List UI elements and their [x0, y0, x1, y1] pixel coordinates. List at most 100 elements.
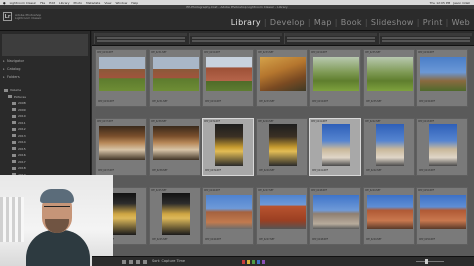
folder-label: 2011 — [18, 120, 26, 125]
module-web[interactable]: Web — [452, 18, 470, 27]
photo-thumbnail[interactable] — [152, 126, 199, 160]
grid-cell[interactable]: DPP_6247.NEF DPP_6247.NEF — [255, 187, 308, 245]
color-label-swatch[interactable] — [242, 260, 245, 264]
filter-column-date[interactable] — [94, 33, 187, 44]
grid-cell[interactable]: DPP_6240.NEF DPP_6240.NEF — [255, 118, 308, 176]
module-develop[interactable]: Develop — [270, 18, 305, 27]
apple-icon[interactable]: ● — [3, 1, 6, 5]
grid-cell[interactable]: DPP_6246.NEF DPP_6246.NEF — [202, 187, 254, 245]
module-book[interactable]: Book — [341, 18, 362, 27]
menu-library[interactable]: Library — [59, 1, 70, 5]
filter-column-camera[interactable] — [189, 33, 282, 44]
folder-icon — [12, 108, 16, 111]
color-label-swatch[interactable] — [257, 260, 260, 264]
panel-folders[interactable]: Folders — [2, 74, 88, 80]
photo-thumbnail[interactable] — [366, 57, 413, 91]
grid-cell[interactable]: DPP_6248.NEF DPP_6248.NEF — [309, 187, 361, 245]
menu-help[interactable]: Help — [131, 1, 138, 5]
folder-label: 2010 — [18, 114, 26, 118]
module-library[interactable]: Library — [231, 18, 261, 27]
cell-index-label: DPP_6236.NEF — [418, 51, 434, 54]
color-label-swatch[interactable] — [262, 260, 265, 264]
photo-thumbnail[interactable] — [429, 124, 457, 166]
grid-cell[interactable]: DPP_6232.NEF DPP_6232.NEF — [202, 49, 254, 107]
panel-catalog[interactable]: Catalog — [2, 66, 88, 72]
folder-label: 2013 — [18, 133, 26, 138]
cell-filename: DPP_6236.NEF — [419, 100, 435, 103]
module-separator: | — [334, 18, 338, 27]
loupe-view-icon[interactable] — [129, 260, 133, 264]
filter-column-label[interactable] — [379, 33, 472, 44]
folder-icon — [12, 166, 16, 170]
menu-metadata[interactable]: Metadata — [86, 1, 100, 5]
window-blinds — [0, 197, 24, 242]
menu-window[interactable]: Window — [115, 1, 127, 5]
module-slideshow[interactable]: Slideshow — [371, 18, 414, 27]
grid-cell[interactable]: DPP_6234.NEF DPP_6234.NEF — [309, 49, 361, 107]
survey-view-icon[interactable] — [143, 260, 147, 264]
grid-cell[interactable]: DPP_6249.NEF DPP_6249.NEF — [362, 187, 415, 245]
grid-cell[interactable]: DPP_6237.NEF DPP_6237.NEF — [95, 118, 147, 176]
photo-thumbnail[interactable] — [99, 126, 145, 160]
menu-app[interactable]: Lightroom Classic — [10, 1, 37, 5]
module-print[interactable]: Print — [423, 18, 443, 27]
grid-cell[interactable]: DPP_6235.NEF DPP_6235.NEF — [362, 49, 415, 107]
photo-thumbnail[interactable] — [259, 195, 306, 229]
filter-column-lens[interactable] — [284, 33, 377, 44]
photo-thumbnail[interactable] — [366, 195, 413, 229]
panel-navigator[interactable]: Navigator — [2, 58, 88, 64]
grid-view: DPP_6230.NEF DPP_6230.NEF DPP_6231.NEF DPP_… — [92, 31, 474, 266]
folder-icon — [12, 114, 16, 118]
cell-filename: DPP_6243.NEF — [419, 169, 435, 172]
folder-label: 2009 — [18, 107, 26, 112]
folder-icon — [12, 121, 16, 124]
photo-thumbnail[interactable] — [259, 57, 306, 91]
menu-file[interactable]: File — [40, 1, 45, 5]
grid-cell[interactable]: DPP_6233.NEF DPP_6233.NEF — [255, 49, 308, 107]
photo-thumbnail[interactable] — [99, 57, 145, 91]
grid-cell[interactable]: DPP_6230.NEF DPP_6230.NEF — [95, 49, 147, 107]
cell-filename: DPP_6231.NEF — [151, 100, 168, 103]
navigator-preview[interactable] — [2, 34, 88, 56]
grid-cell[interactable]: DPP_6238.NEF DPP_6238.NEF — [148, 118, 201, 176]
grid-cell[interactable]: DPP_6242.NEF DPP_6242.NEF — [362, 118, 415, 176]
folder-label: 2016 — [18, 153, 26, 157]
module-map[interactable]: Map — [314, 18, 332, 27]
grid-cell[interactable]: DPP_6245.NEF DPP_6245.NEF — [148, 187, 201, 245]
grid-cell[interactable]: DPP_6231.NEF DPP_6231.NEF — [148, 49, 201, 107]
grid-cell[interactable]: DPP_6243.NEF DPP_6243.NEF — [416, 118, 468, 176]
webcam-overlay — [0, 175, 113, 266]
folder-icon — [12, 147, 16, 150]
photo-thumbnail[interactable] — [215, 124, 243, 166]
grid-cell[interactable]: DPP_6236.NEF DPP_6236.NEF — [416, 49, 468, 107]
grid-cell[interactable]: DPP_6241.NEF DPP_6241.NEF — [309, 118, 361, 176]
color-label-swatch[interactable] — [252, 260, 255, 264]
color-label-swatch[interactable] — [247, 260, 250, 264]
folder-icon — [12, 140, 16, 144]
photo-thumbnail[interactable] — [313, 195, 359, 229]
photo-thumbnail[interactable] — [420, 57, 466, 91]
sort-label[interactable]: Sort: Capture Time — [152, 259, 185, 263]
menu-photo[interactable]: Photo — [74, 1, 83, 5]
photo-thumbnail[interactable] — [268, 124, 297, 166]
grid-view-icon[interactable] — [122, 260, 126, 264]
thumbnail-size-knob[interactable] — [425, 259, 428, 264]
photo-thumbnail[interactable] — [322, 124, 350, 166]
grid-cell[interactable]: DPP_6250.NEF DPP_6250.NEF — [416, 187, 468, 245]
compare-view-icon[interactable] — [136, 260, 140, 264]
photo-thumbnail[interactable] — [206, 195, 252, 229]
photo-thumbnail[interactable] — [420, 195, 466, 229]
grid-cell[interactable]: DPP_6239.NEF DPP_6239.NEF — [202, 118, 254, 176]
menu-edit[interactable]: Edit — [49, 1, 55, 5]
photo-thumbnail[interactable] — [161, 193, 190, 235]
photo-thumbnail[interactable] — [313, 57, 359, 91]
menu-view[interactable]: View — [104, 1, 111, 5]
cell-filename: DPP_6237.NEF — [98, 169, 114, 172]
cell-filename: DPP_6240.NEF — [258, 169, 275, 172]
photo-thumbnail[interactable] — [206, 57, 252, 91]
identity-plate: Lr Adobe Photoshop Lightroom Classic Lib… — [0, 9, 474, 31]
thumbnail-size-slider[interactable] — [416, 261, 444, 262]
photo-thumbnail[interactable] — [152, 57, 199, 91]
menubar-user[interactable]: Jason Odell — [453, 1, 470, 5]
photo-thumbnail[interactable] — [375, 124, 404, 166]
